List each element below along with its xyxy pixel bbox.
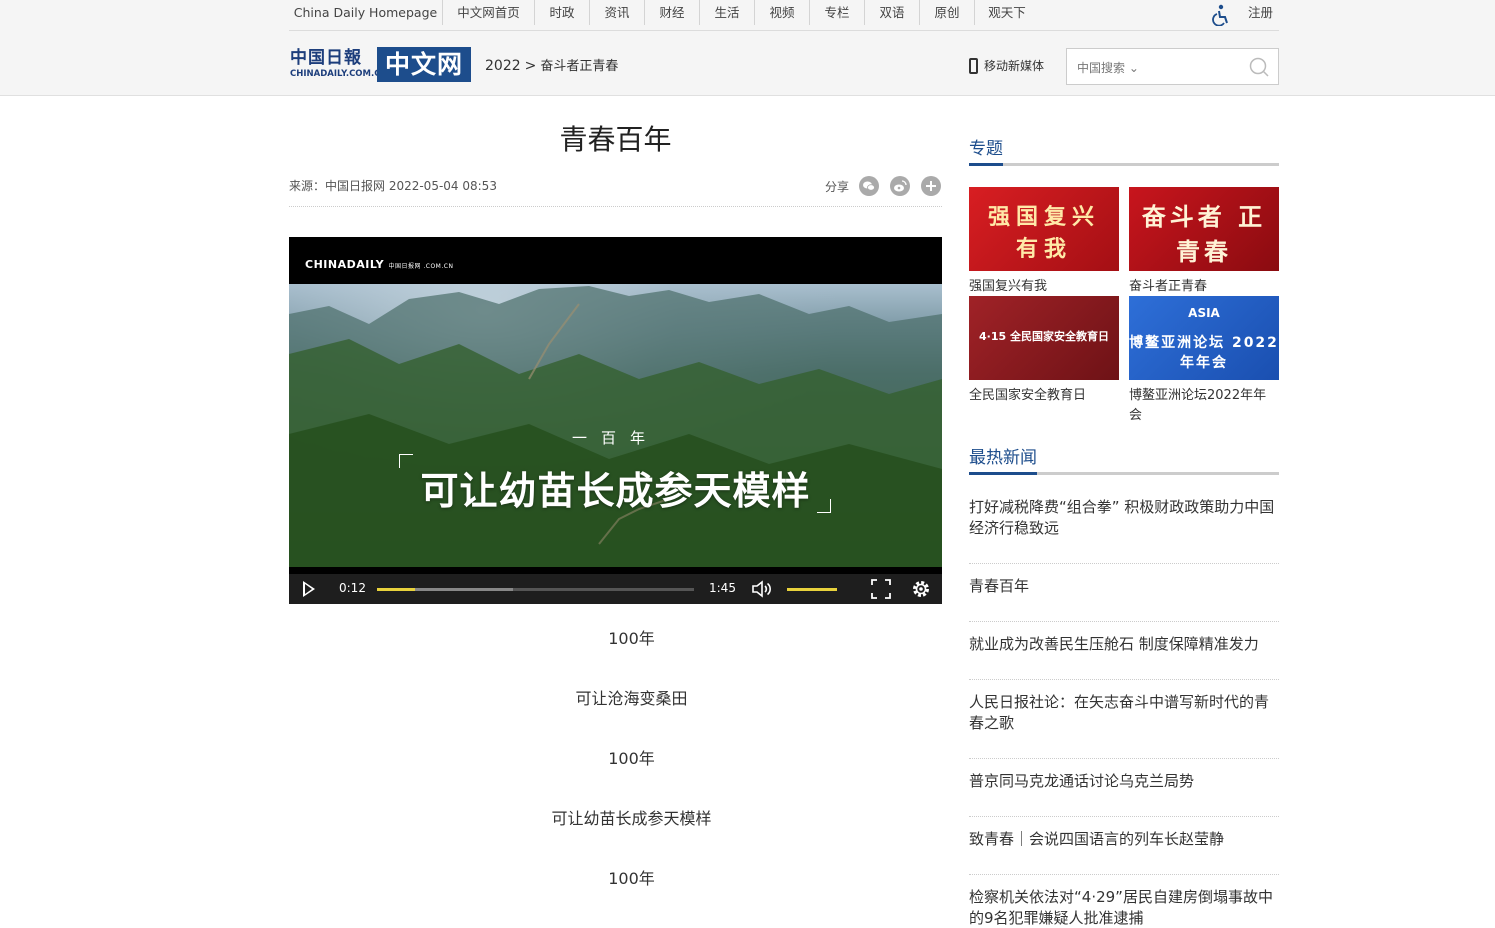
article-source: 来源：中国日报网 2022-05-04 08:53 <box>289 179 497 193</box>
phone-icon <box>969 57 978 74</box>
hot-news-item[interactable]: 普京同马克龙通话讨论乌克兰局势 <box>969 771 1279 817</box>
video-caption-big: 可让幼苗长成参天模样 <box>420 469 811 513</box>
boao-logo: ASIA <box>1188 306 1220 320</box>
site-header: China Daily Homepage 中文网首页 时政 资讯 财经 生活 视… <box>0 0 1495 96</box>
video-caption-small: 一百年 <box>571 429 659 447</box>
logo-zhongwenwang: 中文网 <box>377 47 471 82</box>
video-logo: CHINADAILY 中国日报网 .COM.CN <box>305 258 454 271</box>
nav-politics[interactable]: 时政 <box>535 0 590 25</box>
register-link[interactable]: 注册 <box>1248 0 1273 25</box>
topic-art-text: 博鳌亚洲论坛 2022年年会 <box>1129 335 1279 371</box>
video-player[interactable]: CHINADAILY 中国日报网 .COM.CN 一百年 可让幼苗长成参天模样 … <box>289 237 942 604</box>
breadcrumb-separator: > <box>524 58 537 74</box>
play-icon[interactable] <box>303 581 315 597</box>
article-line: 100年 <box>608 869 655 888</box>
hot-news-header: 最热新闻 <box>969 446 1279 475</box>
nav-world[interactable]: 观天下 <box>975 0 1039 25</box>
hot-news-item[interactable]: 就业成为改善民生压舱石 制度保障精准发力 <box>969 634 1279 680</box>
hot-news-item[interactable]: 青春百年 <box>969 576 1279 622</box>
topic-label: 奋斗者正青春 <box>1129 279 1208 294</box>
site-logo[interactable]: 中国日報 CHINADAILY.COM.CN 中文网 <box>289 47 471 82</box>
article-title: 青春百年 <box>559 123 672 156</box>
fullscreen-icon[interactable] <box>871 579 891 599</box>
nav-finance[interactable]: 财经 <box>645 0 700 25</box>
hot-news-item[interactable]: 打好减税降费“组合拳” 积极财政政策助力中国经济行稳致远 <box>969 497 1279 564</box>
nav-bilingual[interactable]: 双语 <box>865 0 920 25</box>
share-label: 分享 <box>825 180 850 194</box>
nav-china-daily-homepage[interactable]: China Daily Homepage <box>289 0 443 25</box>
volume-slider[interactable] <box>787 588 837 591</box>
topics-header: 专题 <box>969 137 1279 166</box>
mountain-ridge <box>289 286 942 567</box>
article-line: 可让幼苗长成参天模样 <box>551 809 712 828</box>
played-fill <box>377 588 416 591</box>
topic-card[interactable]: 强国复兴 有我 强国复兴有我 <box>969 187 1119 297</box>
article-meta: 来源：中国日报网 2022-05-04 08:53 分享 <box>289 176 942 207</box>
article-line: 100年 <box>608 749 655 768</box>
topic-label: 强国复兴有我 <box>969 279 1048 294</box>
article-line: 可让沧海变桑田 <box>575 689 688 708</box>
search-box: 中国搜索 ⌄ <box>1066 48 1279 85</box>
topic-card[interactable]: 奋斗者 正青春 奋斗者正青春 <box>1129 187 1279 297</box>
mobile-media-label: 移动新媒体 <box>984 59 1045 73</box>
video-frame: 一百年 可让幼苗长成参天模样 <box>289 284 942 567</box>
breadcrumb-current[interactable]: 奋斗者正青春 <box>540 59 618 74</box>
gear-icon[interactable] <box>911 579 931 599</box>
logo-english: CHINADAILY.COM.CN <box>290 69 388 79</box>
topic-card[interactable]: ASIA 博鳌亚洲论坛 2022年年会 博鳌亚洲论坛2022年年会 <box>1129 296 1279 426</box>
topic-card[interactable]: 4·15 全民国家安全教育日 全民国家安全教育日 <box>969 296 1119 406</box>
search-scope-dropdown[interactable]: 中国搜索 ⌄ <box>1077 59 1139 76</box>
wechat-icon[interactable] <box>859 176 879 196</box>
nav-column[interactable]: 专栏 <box>810 0 865 25</box>
hot-news-title: 最热新闻 <box>969 446 1037 475</box>
article-line: 100年 <box>608 629 655 648</box>
top-nav: China Daily Homepage 中文网首页 时政 资讯 财经 生活 视… <box>289 0 1279 31</box>
nav-original[interactable]: 原创 <box>920 0 975 25</box>
weibo-icon[interactable] <box>890 176 910 196</box>
video-current-time: 0:12 <box>339 581 366 595</box>
topic-label: 全民国家安全教育日 <box>969 388 1087 403</box>
topics-title: 专题 <box>969 137 1003 166</box>
mobile-media-link[interactable]: 移动新媒体 <box>969 57 1044 74</box>
accessibility-icon[interactable] <box>1211 4 1231 26</box>
hot-news-item[interactable]: 检察机关依法对“4·29”居民自建房倒塌事故中的9名犯罪嫌疑人批准逮捕 <box>969 887 1279 926</box>
volume-icon[interactable] <box>751 579 773 599</box>
volume-fill <box>787 588 837 591</box>
topic-art-text: 强国复兴 有我 <box>987 204 1100 262</box>
article-body: 100年 可让沧海变桑田 100年 可让幼苗长成参天模样 100年 <box>289 628 974 928</box>
topic-art-text: 4·15 全民国家安全教育日 <box>979 330 1109 343</box>
nav-video[interactable]: 视频 <box>755 0 810 25</box>
more-share-icon[interactable] <box>921 176 941 196</box>
hot-news-item[interactable]: 致青春｜会说四国语言的列车长赵莹静 <box>969 829 1279 875</box>
hot-news-item[interactable]: 人民日报社论：在矢志奋斗中谱写新时代的青春之歌 <box>969 692 1279 759</box>
video-controls: 0:12 1:45 <box>289 574 942 604</box>
logo-chinese: 中国日報 <box>290 48 362 68</box>
topic-art-text: 奋斗者 正青春 <box>1141 202 1267 266</box>
breadcrumb: 2022 > 奋斗者正青春 <box>485 55 618 74</box>
topic-thumbnail: 4·15 全民国家安全教育日 <box>969 296 1119 380</box>
caption-bracket-right <box>817 499 831 513</box>
nav-life[interactable]: 生活 <box>700 0 755 25</box>
nav-news[interactable]: 资讯 <box>590 0 645 25</box>
topic-thumbnail: 奋斗者 正青春 <box>1129 187 1279 271</box>
topic-thumbnail: 强国复兴 有我 <box>969 187 1119 271</box>
progress-bar[interactable] <box>377 588 694 591</box>
nav-chinese-home[interactable]: 中文网首页 <box>443 0 535 25</box>
topic-label: 博鳌亚洲论坛2022年年会 <box>1129 388 1267 423</box>
search-input[interactable] <box>1147 55 1247 79</box>
video-duration: 1:45 <box>709 581 736 595</box>
topic-thumbnail: ASIA 博鳌亚洲论坛 2022年年会 <box>1129 296 1279 380</box>
search-icon[interactable] <box>1248 56 1270 78</box>
breadcrumb-year[interactable]: 2022 <box>485 58 521 74</box>
